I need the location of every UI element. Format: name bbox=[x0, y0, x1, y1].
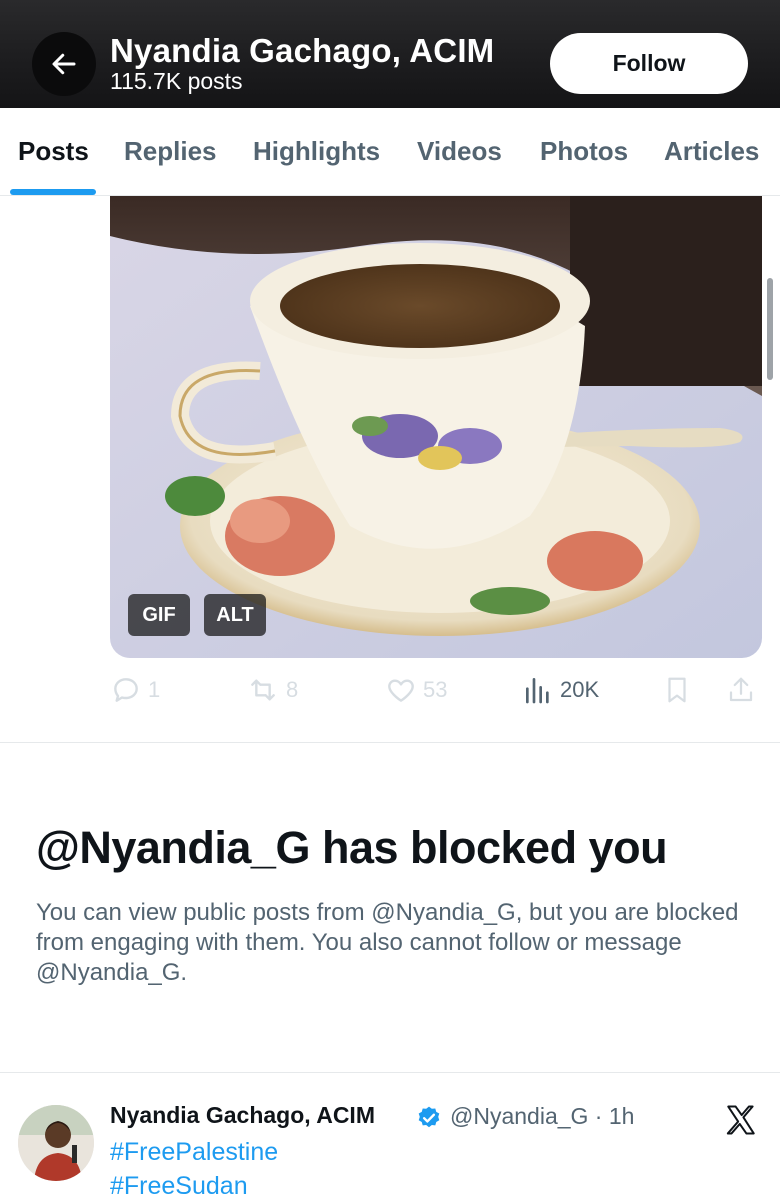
bookmark-icon bbox=[668, 677, 686, 703]
tab-articles[interactable]: Articles bbox=[664, 136, 759, 167]
repost-count: 8 bbox=[286, 677, 299, 702]
scrollbar[interactable] bbox=[767, 278, 773, 380]
tab-replies[interactable]: Replies bbox=[124, 136, 217, 167]
tab-photos[interactable]: Photos bbox=[540, 136, 628, 167]
follow-button[interactable]: Follow bbox=[550, 33, 748, 94]
views-button[interactable]: 20K bbox=[522, 674, 599, 706]
tab-highlights[interactable]: Highlights bbox=[253, 136, 380, 167]
active-tab-indicator bbox=[10, 189, 96, 195]
tab-videos[interactable]: Videos bbox=[417, 136, 502, 167]
post-count: 115.7K posts bbox=[110, 68, 243, 94]
like-button[interactable]: 53 bbox=[385, 674, 447, 706]
gif-badge: GIF bbox=[128, 594, 190, 636]
tab-posts[interactable]: Posts bbox=[18, 136, 89, 167]
divider bbox=[0, 1072, 780, 1073]
alt-badge[interactable]: ALT bbox=[204, 594, 266, 636]
blocked-message: You can view public posts from @Nyandia_… bbox=[36, 899, 739, 986]
repost-icon bbox=[251, 679, 275, 701]
post-action-bar: 1 8 53 20K bbox=[0, 668, 780, 714]
views-count: 20K bbox=[560, 677, 600, 702]
hashtag-link[interactable]: #FreeSudan bbox=[110, 1172, 248, 1199]
hashtag-link[interactable]: #FreePalestine bbox=[110, 1138, 278, 1167]
divider bbox=[0, 742, 780, 743]
heart-icon bbox=[388, 679, 414, 702]
verified-badge-icon bbox=[418, 1106, 440, 1128]
post-author-name[interactable]: Nyandia Gachago, ACIM bbox=[110, 1102, 375, 1129]
profile-name: Nyandia Gachago, ACIM bbox=[110, 32, 495, 69]
post-handle-time: @Nyandia_G · 1h bbox=[450, 1103, 635, 1129]
back-button[interactable] bbox=[32, 32, 96, 96]
avatar[interactable] bbox=[18, 1105, 94, 1181]
arrow-left-icon bbox=[52, 53, 76, 75]
share-icon bbox=[729, 677, 753, 702]
x-logo-icon[interactable] bbox=[723, 1103, 759, 1137]
post-media-gif[interactable]: GIF ALT bbox=[110, 196, 762, 658]
reply-count: 1 bbox=[148, 677, 161, 702]
repost-button[interactable]: 8 bbox=[246, 674, 298, 706]
reply-icon bbox=[114, 678, 138, 702]
bookmark-button[interactable] bbox=[662, 674, 692, 706]
profile-header: Nyandia Gachago, ACIM 115.7K posts Follo… bbox=[0, 0, 780, 108]
views-icon bbox=[526, 678, 549, 704]
share-button[interactable] bbox=[726, 674, 756, 706]
avatar-photo bbox=[18, 1105, 94, 1181]
teacup-image bbox=[110, 196, 762, 658]
like-count: 53 bbox=[423, 677, 448, 702]
blocked-title: @Nyandia_G has blocked you bbox=[36, 822, 668, 873]
reply-button[interactable]: 1 bbox=[110, 674, 160, 706]
profile-tabs: Posts Replies Highlights Videos Photos A… bbox=[0, 108, 780, 196]
